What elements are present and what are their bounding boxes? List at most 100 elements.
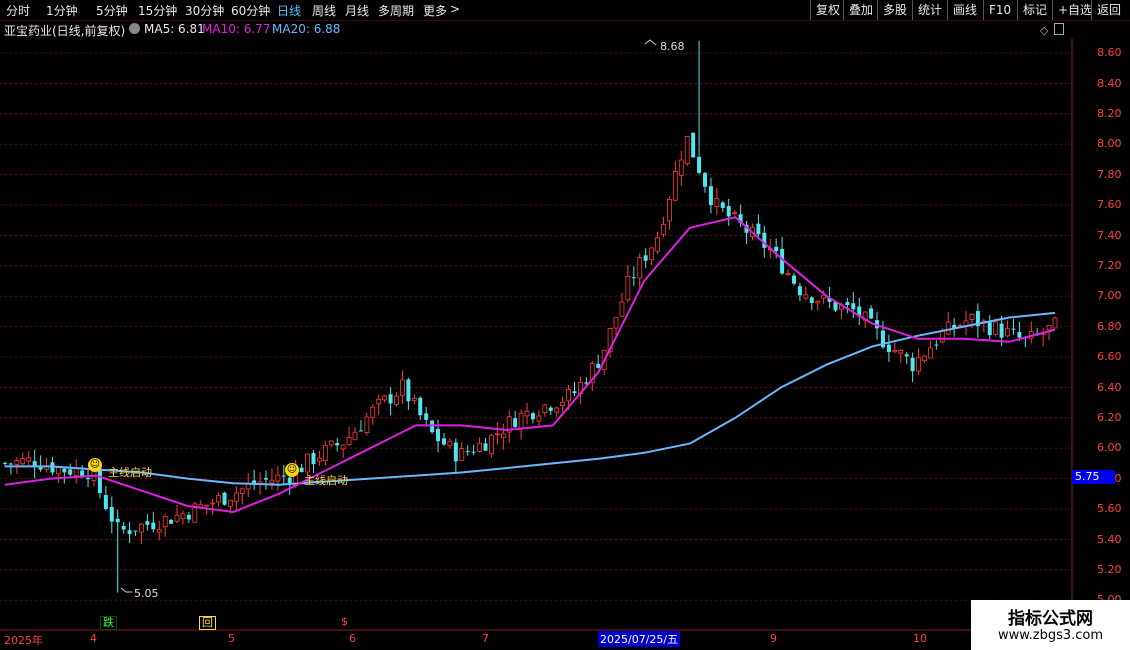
- candle-body: [121, 525, 126, 530]
- candle-body: [667, 198, 672, 222]
- kline-chart[interactable]: [0, 0, 1130, 650]
- candle-body: [494, 433, 500, 436]
- candle-body: [774, 246, 779, 252]
- high-price-label: 8.68: [660, 40, 685, 53]
- candle-body: [803, 294, 809, 299]
- period-tab-multi[interactable]: 多周期: [378, 2, 414, 19]
- signal-label: 主线启动: [108, 466, 152, 479]
- candle-body: [335, 442, 340, 446]
- candle-body: [548, 407, 553, 411]
- back-button[interactable]: 返回: [1091, 0, 1126, 20]
- candle-body: [934, 344, 939, 346]
- candle-body: [726, 206, 731, 217]
- period-tab-fenshi[interactable]: 分时: [6, 2, 30, 19]
- candle-body: [791, 275, 796, 284]
- date-label-jun: 6: [349, 632, 356, 645]
- candle-body: [364, 416, 370, 433]
- candle-body: [969, 313, 975, 320]
- candle-body: [738, 214, 743, 223]
- candle-body: [578, 381, 583, 394]
- candle-body: [115, 518, 120, 523]
- candle-body: [50, 462, 55, 473]
- candle-body: [637, 257, 643, 279]
- f10-button[interactable]: F10: [983, 0, 1016, 20]
- draw-line-button[interactable]: 画线: [947, 0, 982, 20]
- y-tick: 7.40: [1097, 229, 1122, 242]
- dollar-marker[interactable]: $: [339, 616, 350, 628]
- period-tab-1min[interactable]: 1分钟: [46, 2, 78, 19]
- candle-body: [127, 530, 132, 535]
- candle-body: [869, 308, 874, 319]
- candle-body: [317, 457, 322, 462]
- candle-body: [180, 513, 186, 520]
- candle-body: [1046, 325, 1052, 331]
- period-tab-15min[interactable]: 15分钟: [138, 2, 177, 19]
- period-tab-daily[interactable]: 日线: [277, 2, 301, 19]
- candle-body: [453, 442, 458, 462]
- fall-marker[interactable]: 跌: [100, 616, 117, 630]
- candle-body: [566, 388, 571, 402]
- candle-body: [340, 444, 346, 450]
- candle-body: [44, 465, 49, 470]
- mark-button[interactable]: 标记: [1017, 0, 1052, 20]
- candle-body: [524, 410, 530, 417]
- candle-body: [554, 407, 560, 413]
- panel-toggle-icon[interactable]: [1054, 23, 1064, 35]
- y-tick: 8.40: [1097, 77, 1122, 90]
- candle-body: [833, 301, 838, 311]
- back-marker[interactable]: 回: [199, 616, 216, 630]
- diamond-icon[interactable]: ◇: [1040, 24, 1048, 37]
- y-tick: 8.20: [1097, 107, 1122, 120]
- candle-body: [32, 461, 37, 467]
- candle-body: [809, 297, 814, 303]
- candle-body: [957, 325, 963, 327]
- candle-body: [1040, 332, 1046, 335]
- y-tick: 8.60: [1097, 46, 1122, 59]
- candle-body: [655, 237, 660, 252]
- period-tab-30min[interactable]: 30分钟: [185, 2, 224, 19]
- candle-body: [97, 468, 102, 494]
- multi-stock-button[interactable]: 多股: [877, 0, 912, 20]
- candle-body: [542, 404, 548, 414]
- candle-body: [436, 428, 441, 442]
- stock-title[interactable]: 亚宝药业(日线,前复权): [4, 22, 125, 39]
- candle-body: [572, 391, 577, 394]
- candle-body: [785, 273, 791, 276]
- stats-button[interactable]: 统计: [912, 0, 947, 20]
- period-toolbar: 分时 1分钟 5分钟 15分钟 30分钟 60分钟 日线 周线 月线 多周期 更…: [0, 0, 1130, 21]
- chevron-right-icon[interactable]: >: [450, 2, 460, 16]
- y-tick: 5.60: [1097, 502, 1122, 515]
- candle-body: [845, 302, 850, 306]
- candle-body: [1052, 317, 1058, 329]
- candle-body: [287, 477, 292, 484]
- period-tab-monthly[interactable]: 月线: [345, 2, 369, 19]
- fuquan-button[interactable]: 复权: [810, 0, 845, 20]
- candle-body: [346, 437, 352, 445]
- candle-body: [471, 451, 476, 453]
- y-tick: 5.40: [1097, 533, 1122, 546]
- candle-body: [489, 434, 494, 455]
- candle-body: [424, 413, 429, 420]
- candle-body: [80, 470, 85, 478]
- candle-body: [1017, 332, 1022, 338]
- y-tick: 7.60: [1097, 198, 1122, 211]
- candle-body: [430, 420, 435, 433]
- candles: [3, 40, 1058, 593]
- period-tab-5min[interactable]: 5分钟: [96, 2, 128, 19]
- signal-label: 主线启动: [304, 474, 348, 487]
- candle-body: [684, 136, 690, 165]
- overlay-button[interactable]: 叠加: [843, 0, 878, 20]
- candle-body: [86, 477, 91, 480]
- candle-body: [827, 297, 832, 302]
- candle-body: [139, 523, 144, 533]
- settings-icon[interactable]: [129, 23, 140, 34]
- candle-body: [376, 398, 382, 405]
- candle-body: [400, 379, 405, 396]
- period-tab-more[interactable]: 更多: [423, 2, 447, 19]
- candle-body: [382, 395, 388, 401]
- candle-body: [904, 354, 909, 357]
- candle-body: [886, 344, 891, 353]
- candle-body: [1028, 331, 1034, 339]
- period-tab-60min[interactable]: 60分钟: [231, 2, 270, 19]
- period-tab-weekly[interactable]: 周线: [312, 2, 336, 19]
